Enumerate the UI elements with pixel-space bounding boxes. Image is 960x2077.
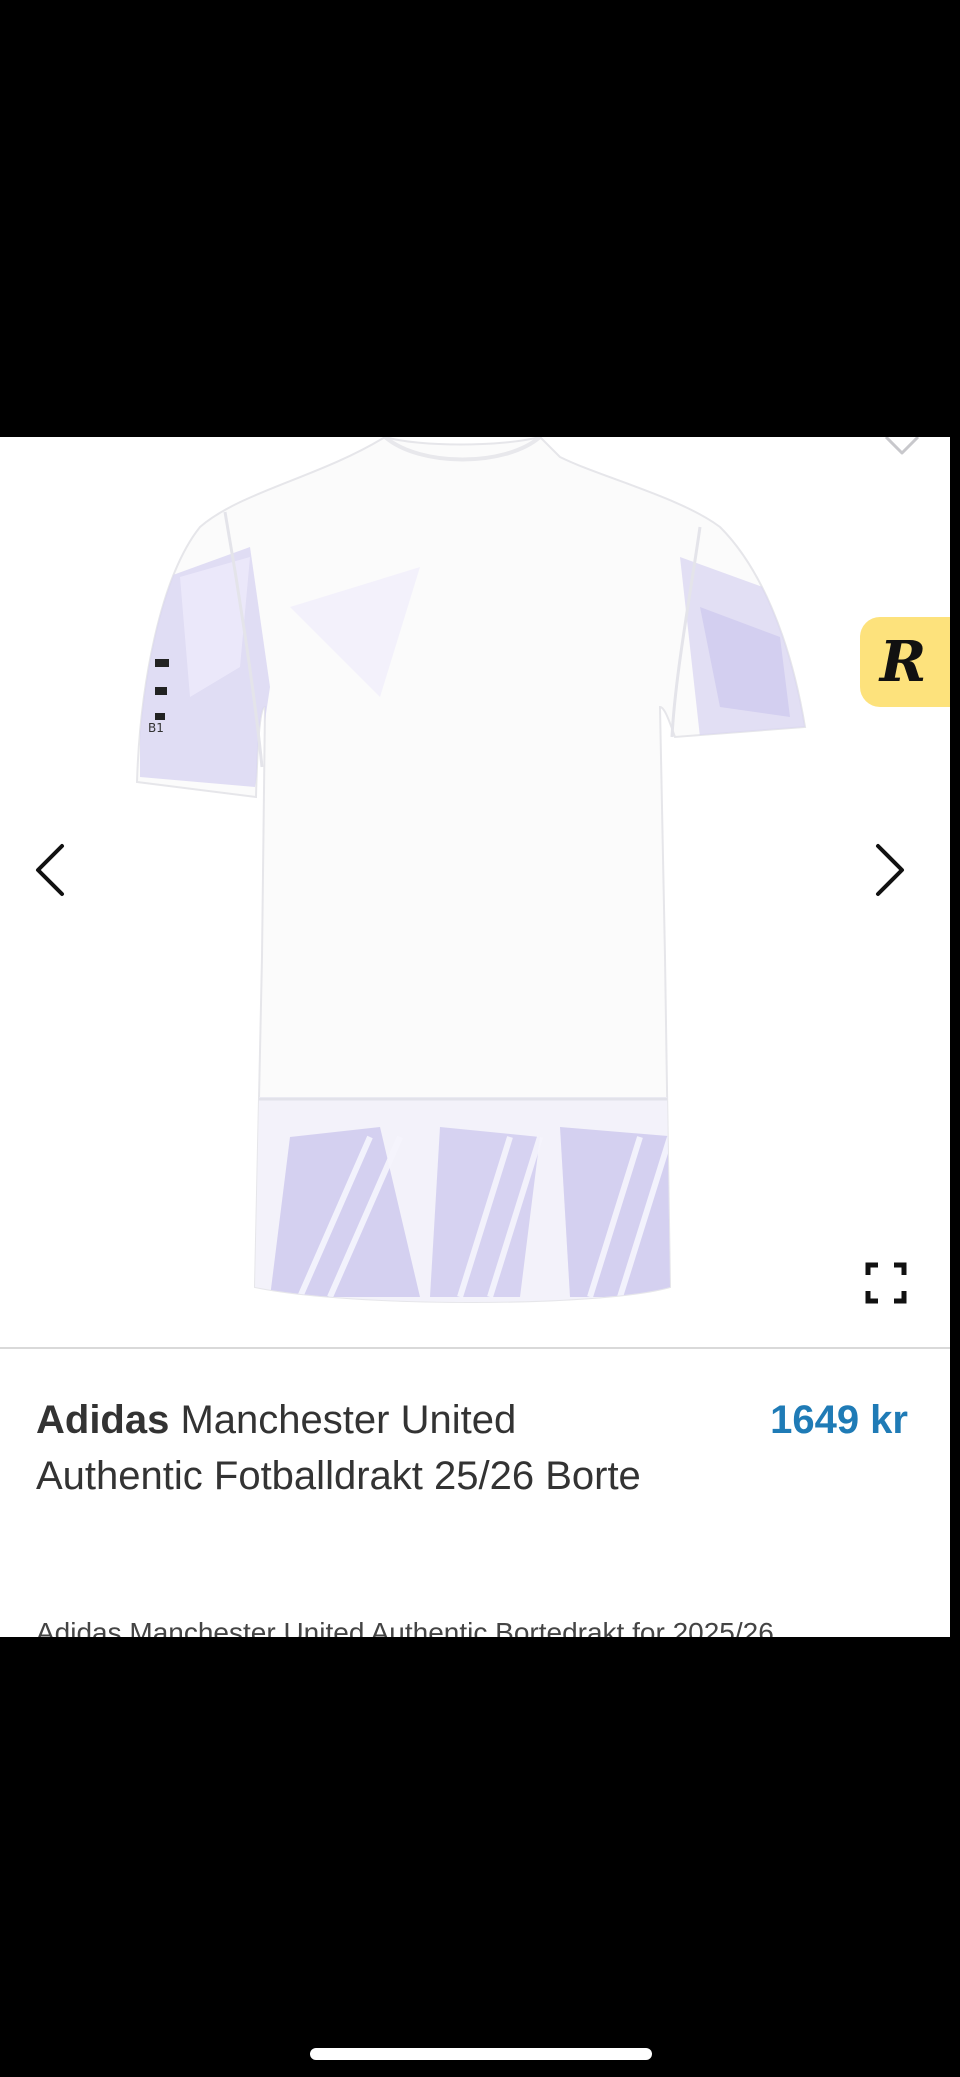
fullscreen-icon[interactable]	[860, 1257, 912, 1309]
extension-logo: R	[879, 629, 927, 695]
home-indicator[interactable]	[310, 2048, 652, 2060]
product-brand: Adidas	[36, 1398, 170, 1442]
chevron-right-icon[interactable]	[858, 832, 918, 908]
product-description: Adidas Manchester United Authentic Borte…	[36, 1617, 774, 1637]
product-page: B1 R Adidas Manchester United Authentic …	[0, 437, 950, 1637]
divider	[0, 1347, 950, 1349]
product-image-gallery[interactable]: B1	[0, 437, 950, 1347]
chevron-left-icon[interactable]	[22, 832, 82, 908]
football-shirt-back-image: B1	[135, 437, 807, 1303]
product-title: Adidas Manchester United Authentic Fotba…	[36, 1392, 676, 1504]
svg-text:B1: B1	[148, 721, 164, 735]
browser-extension-badge[interactable]: R	[860, 617, 950, 707]
heart-icon[interactable]	[880, 437, 924, 461]
product-price: 1649 kr	[770, 1398, 908, 1442]
